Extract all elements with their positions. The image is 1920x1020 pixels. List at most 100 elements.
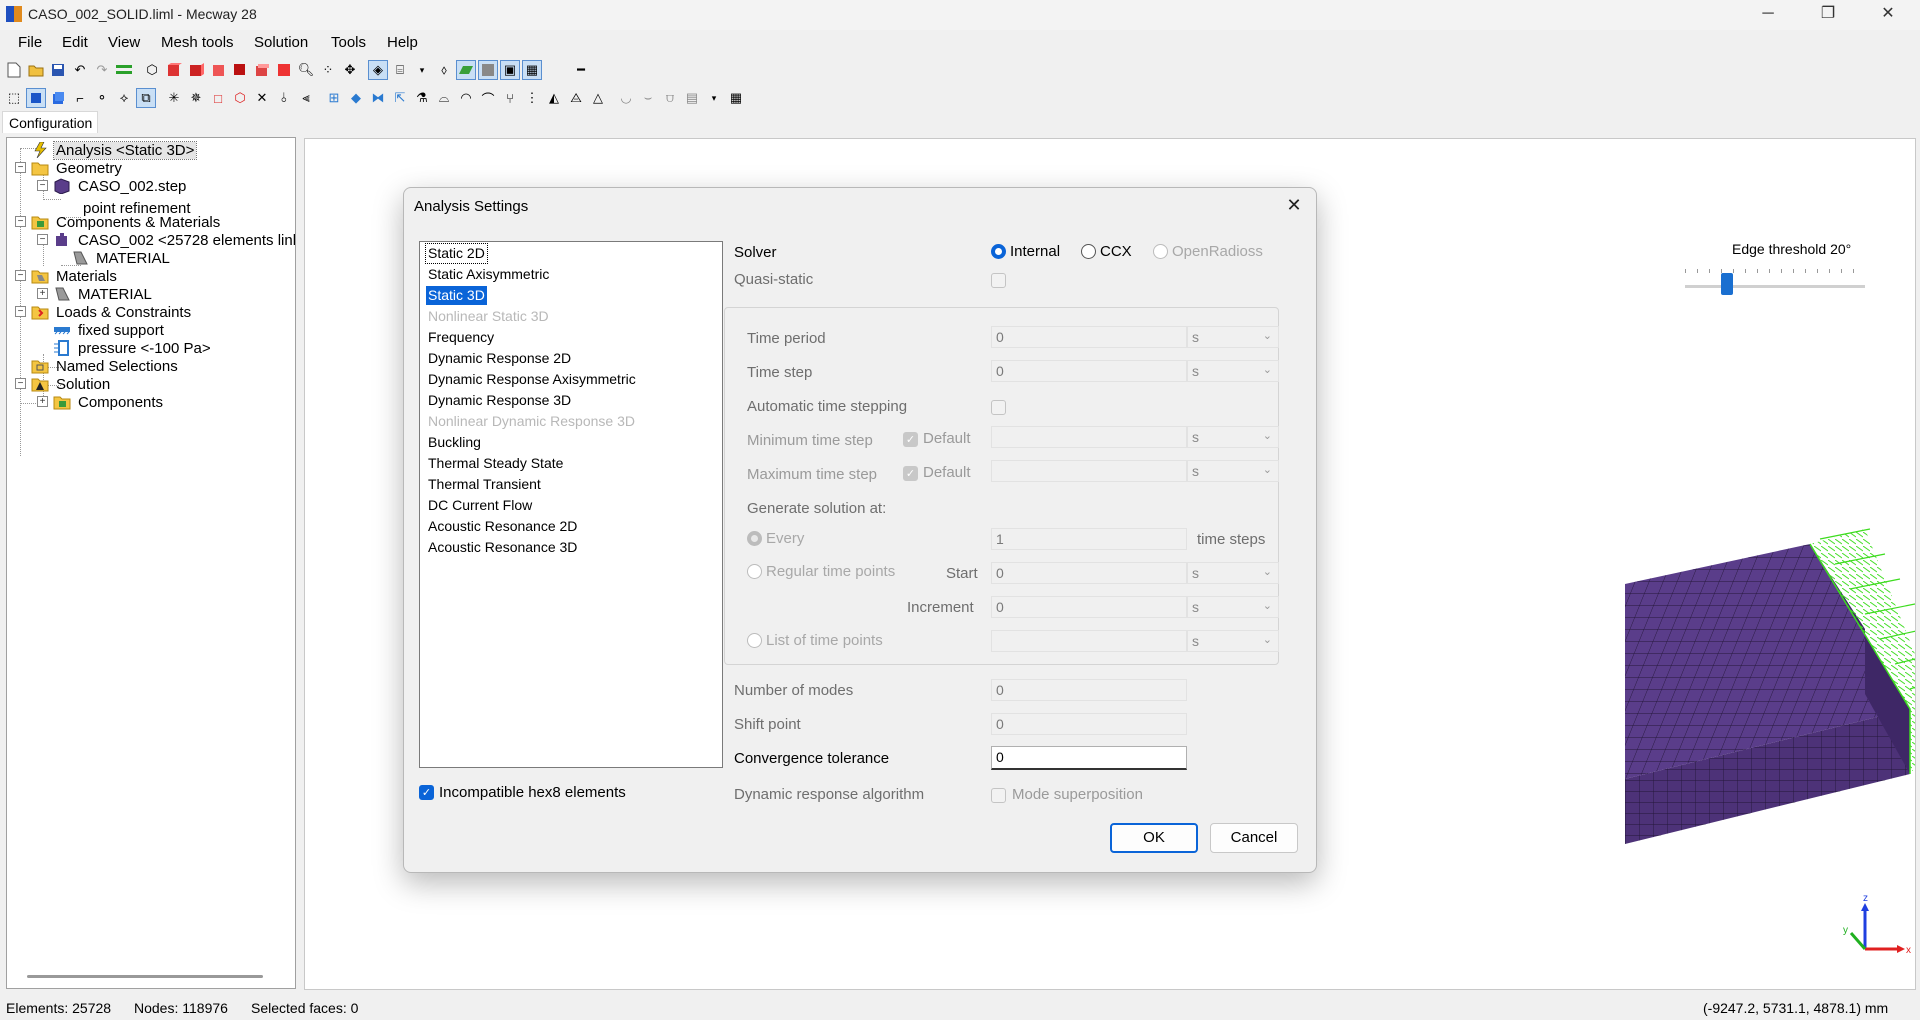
collapse-geometry-icon[interactable]: −	[15, 162, 26, 173]
tree-item-loads-constraints[interactable]: Loads & Constraints	[31, 302, 193, 322]
collapse-components-icon[interactable]: −	[15, 216, 26, 227]
select-element-icon[interactable]	[48, 88, 68, 108]
tree-item-named-selections[interactable]: Named Selections	[31, 356, 180, 376]
tree-item-materials[interactable]: Materials	[31, 266, 119, 286]
select-node-icon[interactable]: ⚬	[92, 88, 112, 108]
scale-icon[interactable]: ⌓	[434, 88, 454, 108]
analysis-type-static-axisymmetric[interactable]: Static Axisymmetric	[426, 265, 551, 284]
menu-tools[interactable]: Tools	[331, 34, 366, 51]
red-square-icon[interactable]: □	[208, 88, 228, 108]
tree-item-pressure[interactable]: pressure <-100 Pa>	[53, 338, 213, 358]
view-back-icon[interactable]	[186, 60, 206, 80]
cancel-button[interactable]: Cancel	[1210, 823, 1298, 853]
analysis-type-dynamic-response-axisymmetric[interactable]: Dynamic Response Axisymmetric	[426, 370, 638, 389]
tree-item-geometry[interactable]: Geometry	[31, 158, 124, 178]
solid-shade-icon[interactable]	[478, 60, 498, 80]
split-icon[interactable]: ⊞	[324, 88, 344, 108]
explode-icon[interactable]: ✳	[164, 88, 184, 108]
mesh-grid-icon[interactable]: ▦	[522, 60, 542, 80]
rotate-icon[interactable]: ⚗	[412, 88, 432, 108]
dialog-close-button[interactable]: ✕	[1282, 194, 1306, 218]
menu-view[interactable]: View	[108, 34, 140, 51]
redo-icon[interactable]: ↷	[92, 60, 112, 80]
merge-icon[interactable]: ◆	[346, 88, 366, 108]
tree-item-material[interactable]: MATERIAL	[53, 284, 154, 304]
menu-help[interactable]: Help	[387, 34, 418, 51]
wireframe-cube-icon[interactable]: ⬡	[142, 60, 162, 80]
collapse-loads-icon[interactable]: −	[15, 306, 26, 317]
collapse-materials-icon[interactable]: −	[15, 270, 26, 281]
menu-solution[interactable]: Solution	[254, 34, 308, 51]
shaded-surface-icon[interactable]	[456, 60, 476, 80]
edge-threshold-slider[interactable]	[1685, 285, 1865, 288]
dropdown-arrow-2-icon[interactable]: ▾	[704, 88, 724, 108]
convergence-tolerance-input[interactable]: 0	[991, 746, 1187, 770]
tree-item-components-materials[interactable]: Components & Materials	[31, 212, 222, 232]
wire-box-icon[interactable]: ▣	[500, 60, 520, 80]
undo-icon[interactable]: ↶	[70, 60, 90, 80]
analysis-type-acoustic-resonance-3d[interactable]: Acoustic Resonance 3D	[426, 538, 579, 557]
zoom-fit-icon[interactable]: 🔍︎	[296, 60, 316, 80]
analysis-type-thermal-transient[interactable]: Thermal Transient	[426, 475, 543, 494]
sketch-icon[interactable]: ⬨	[434, 60, 454, 80]
smooth-icon[interactable]: ◡	[616, 88, 636, 108]
display-options-icon[interactable]: ⌸	[390, 60, 410, 80]
save-icon[interactable]	[48, 60, 68, 80]
select-face-icon[interactable]	[26, 88, 46, 108]
delete-x-icon[interactable]: ✕	[252, 88, 272, 108]
expand-material-icon[interactable]: +	[37, 288, 48, 299]
view-left-icon[interactable]	[208, 60, 228, 80]
view-front-icon[interactable]	[164, 60, 184, 80]
triangle-mesh-icon[interactable]: ◭	[544, 88, 564, 108]
analysis-type-dynamic-response-2d[interactable]: Dynamic Response 2D	[426, 349, 573, 368]
incompatible-hex8-checkbox[interactable]: ✓ Incompatible hex8 elements	[419, 784, 626, 801]
equal-bars-icon[interactable]	[114, 60, 134, 80]
tab-configuration[interactable]: Configuration	[2, 111, 98, 133]
checkbox-checked-icon[interactable]: ✓	[419, 785, 434, 800]
ok-button[interactable]: OK	[1110, 823, 1198, 853]
maximize-button[interactable]: ❐	[1800, 0, 1856, 30]
render-mode-icon[interactable]: ◈	[368, 60, 388, 80]
analysis-type-thermal-steady-state[interactable]: Thermal Steady State	[426, 454, 565, 473]
solver-internal-radio[interactable]: Internal	[991, 243, 1060, 260]
refine-icon[interactable]: ⋮	[522, 88, 542, 108]
tree-item-component-material[interactable]: MATERIAL	[71, 248, 172, 268]
tree-item-solution[interactable]: Solution	[31, 374, 112, 394]
revolve-icon[interactable]: ⫷	[296, 88, 316, 108]
bend-icon[interactable]: ◠	[456, 88, 476, 108]
analysis-type-dc-current-flow[interactable]: DC Current Flow	[426, 496, 534, 515]
analysis-type-buckling[interactable]: Buckling	[426, 433, 483, 452]
red-cube-icon[interactable]: ⬡	[230, 88, 250, 108]
radio-empty-icon[interactable]	[1081, 244, 1096, 259]
collapse-solution-icon[interactable]: −	[15, 378, 26, 389]
surface-project-icon[interactable]: ⩌	[660, 88, 680, 108]
minimize-button[interactable]: ─	[1740, 0, 1796, 30]
fork-icon[interactable]: ⑂	[500, 88, 520, 108]
analysis-type-static-2d[interactable]: Static 2D	[425, 243, 488, 264]
tree-item-geometry-file[interactable]: CASO_002.step	[53, 176, 188, 196]
tree-horizontal-scrollbar[interactable]	[27, 975, 263, 978]
star-nodes-icon[interactable]: ✵	[186, 88, 206, 108]
close-window-button[interactable]: ✕	[1860, 0, 1916, 30]
tree-item-component[interactable]: CASO_002 <25728 elements linked>	[53, 230, 295, 250]
edge-threshold-slider-thumb[interactable]	[1721, 273, 1733, 295]
view-bottom-icon[interactable]	[274, 60, 294, 80]
tree-item-solution-components[interactable]: Components	[53, 392, 165, 412]
analysis-type-acoustic-resonance-2d[interactable]: Acoustic Resonance 2D	[426, 517, 579, 536]
menu-edit[interactable]: Edit	[62, 34, 88, 51]
select-solid-icon[interactable]: ⬚	[4, 88, 24, 108]
analysis-type-static-3d[interactable]: Static 3D	[426, 286, 487, 305]
select-nodes-icon[interactable]: ⁘	[318, 60, 338, 80]
analysis-type-list[interactable]: Static 2D Static Axisymmetric Static 3D …	[419, 241, 723, 768]
tree-item-fixed-support[interactable]: fixed support	[53, 320, 166, 340]
pan-icon[interactable]: ✥	[340, 60, 360, 80]
tet-mesh-icon[interactable]: ⨺	[566, 88, 586, 108]
surface-smooth-icon[interactable]: ⌣	[638, 88, 658, 108]
box-select-icon[interactable]: ⧉	[136, 88, 156, 108]
view-right-icon[interactable]	[230, 60, 250, 80]
collapse-component-icon[interactable]: −	[37, 234, 48, 245]
translate-icon[interactable]: ⇱	[390, 88, 410, 108]
analysis-type-frequency[interactable]: Frequency	[426, 328, 496, 347]
tree-item-analysis[interactable]: Analysis <Static 3D>	[31, 140, 198, 160]
menu-mesh-tools[interactable]: Mesh tools	[161, 34, 234, 51]
